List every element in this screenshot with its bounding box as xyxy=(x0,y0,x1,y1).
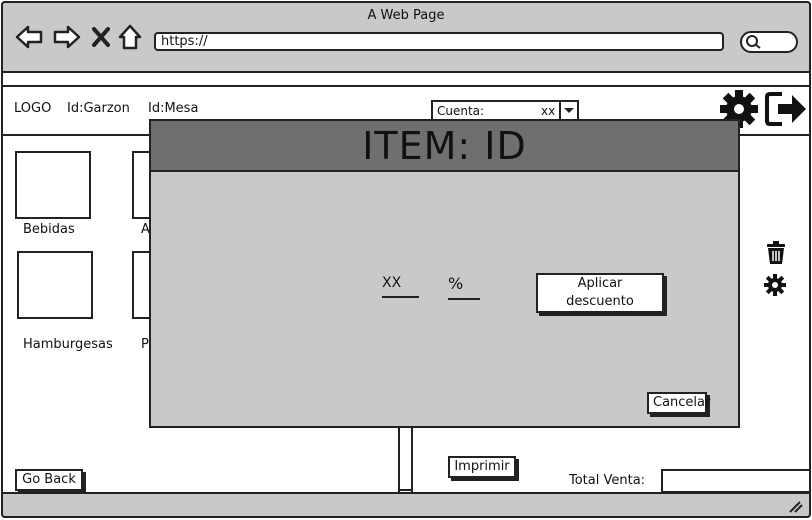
discount-value-underline xyxy=(382,296,419,298)
account-select-value: xx xyxy=(541,104,556,118)
category-label: P xyxy=(141,337,149,352)
resize-grip-icon[interactable] xyxy=(787,498,803,517)
total-sales-label: Total Venta: xyxy=(569,473,646,488)
category-tile-bebidas[interactable] xyxy=(15,151,91,219)
discount-value-input[interactable]: XX xyxy=(382,275,401,291)
print-button[interactable]: Imprimir xyxy=(448,456,516,478)
account-select-label: Cuenta: xyxy=(437,104,485,118)
scrollbar[interactable] xyxy=(398,428,413,501)
trash-icon[interactable] xyxy=(765,241,787,269)
apply-discount-button[interactable]: Aplicar descuento xyxy=(536,273,664,313)
item-discount-modal: ITEM: ID XX % Aplicar descuento Cancelar xyxy=(149,119,740,428)
search-field[interactable] xyxy=(740,31,798,53)
modal-title: ITEM: ID xyxy=(151,121,738,172)
total-sales-field xyxy=(661,469,811,493)
forward-arrow-icon[interactable] xyxy=(52,22,82,52)
percent-underline xyxy=(448,298,480,300)
logo: LOGO xyxy=(14,101,52,116)
chevron-down-icon[interactable] xyxy=(559,102,577,119)
home-icon[interactable] xyxy=(116,22,146,52)
category-tile-hamburgesas[interactable] xyxy=(17,251,93,319)
cancel-button[interactable]: Cancelar xyxy=(647,392,710,414)
bookmark-bar xyxy=(3,73,809,87)
table-id: Id:Mesa xyxy=(148,101,199,116)
logout-icon[interactable] xyxy=(764,89,808,133)
status-bar xyxy=(1,492,811,518)
category-label: Hamburgesas xyxy=(23,337,113,352)
window-title: A Web Page xyxy=(367,8,445,23)
waiter-id: Id:Garzon xyxy=(67,101,130,116)
go-back-button[interactable]: Go Back xyxy=(15,469,83,491)
close-icon[interactable] xyxy=(88,22,118,52)
back-arrow-icon[interactable] xyxy=(14,22,44,52)
account-select[interactable]: Cuenta: xx xyxy=(431,100,579,121)
percent-label: % xyxy=(448,274,464,293)
url-input[interactable]: https:// xyxy=(154,32,724,51)
settings-icon[interactable] xyxy=(764,274,786,300)
category-label: Bebidas xyxy=(23,222,75,237)
